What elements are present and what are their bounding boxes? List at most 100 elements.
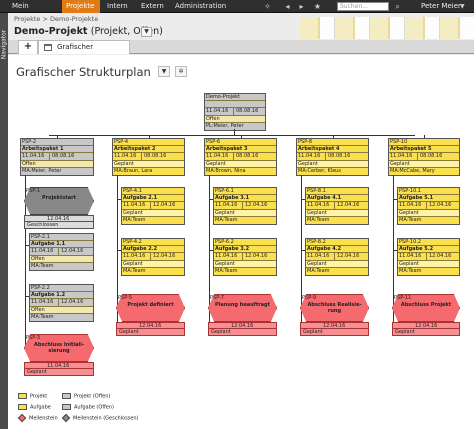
date-row: 11.04.16 12.04.16	[30, 299, 93, 307]
start-date: 11.04.16	[307, 202, 330, 209]
task-box[interactable]: PSP-2.2 Aufgabe 1.2 11.04.16 12.04.16 Offen M…	[29, 284, 94, 322]
psp-id: Demo-Projekt	[205, 94, 265, 102]
work-package-box[interactable]: PSP-10 Arbeitspaket 5 11.04.16 08.08.16 Gepl…	[388, 138, 460, 176]
element-name: Aufgabe 2.1	[122, 195, 184, 203]
status-text: Geplant	[122, 260, 184, 268]
work-package-box[interactable]: PSP-6 Arbeitspaket 3 11.04.16 08.08.16 Gepla…	[204, 138, 277, 176]
date-row: 11.04.16 08.08.16	[389, 153, 459, 161]
date-row: 11.04.16 12.04.16	[306, 253, 368, 261]
psp-id: PSP-6	[205, 139, 276, 147]
start-date: 11.04.16	[390, 153, 413, 160]
responsible: MA:Team	[31, 262, 54, 269]
psp-id: PSP-8.2	[306, 239, 368, 247]
end-date: 12.04.16	[334, 253, 359, 260]
date-row: 11.04.16 08.08.16	[21, 153, 93, 161]
start-date: 11.04.16	[399, 202, 422, 209]
responsible: MA:Team	[399, 267, 422, 274]
date-row: 11.04.16 12.04.16	[122, 202, 184, 210]
task-box[interactable]: PSP-6.2 Aufgabe 3.2 11.04.16 12.04.16 Geplan…	[213, 238, 277, 276]
root-project-box[interactable]: Demo-Projekt 11.04.16 08.08.16 Offen PL:Meie…	[204, 93, 266, 131]
work-package-box[interactable]: PSP-8 Arbeitspaket 4 11.04.16 08.08.16 Gepla…	[296, 138, 369, 176]
task-box[interactable]: PSP-10.1 Aufgabe 5.1 11.04.16 12.04.16 Gepla…	[397, 187, 460, 225]
diamond-icon	[17, 413, 27, 423]
legend-swatch	[18, 404, 27, 410]
date-row: 11.04.16 08.08.16	[113, 153, 184, 161]
legend-label: Meilenstein	[29, 415, 58, 422]
element-name: Aufgabe 1.1	[30, 241, 93, 249]
element-name: Aufgabe 5.2	[398, 246, 459, 254]
responsible: MA:Team	[215, 216, 238, 223]
responsible: MA:Team	[399, 216, 422, 223]
responsible: MA:Team	[307, 216, 330, 223]
task-box[interactable]: PSP-6.1 Aufgabe 3.1 11.04.16 12.04.16 Geplan…	[213, 187, 277, 225]
end-date: 08.08.16	[417, 153, 442, 160]
diamond-icon	[61, 413, 71, 423]
responsible: MA:Team	[307, 267, 330, 274]
date-row: 12.04.16	[24, 215, 94, 222]
legend-label: Aufgabe	[30, 404, 51, 411]
element-name: Arbeitspaket 2	[113, 146, 184, 154]
start-date: 11.04.16	[206, 153, 229, 160]
task-box[interactable]: PSP-2.1 Aufgabe 1.1 11.04.16 12.04.16 Offen M…	[29, 233, 94, 271]
task-box[interactable]: PSP-4.2 Aufgabe 2.2 11.04.16 12.04.16 Geplan…	[121, 238, 185, 276]
end-date: 12.04.16	[334, 202, 359, 209]
task-box[interactable]: PSP-8.1 Aufgabe 4.1 11.04.16 12.04.16 Geplan…	[305, 187, 369, 225]
psp-id: PSP-8.1	[306, 188, 368, 196]
element-name: Arbeitspaket 5	[389, 146, 459, 154]
responsible: PL:Meier, Peter	[206, 122, 244, 129]
psp-id: PSP-6.1	[214, 188, 276, 196]
element-name: Aufgabe 1.2	[30, 292, 93, 300]
start-date: 11.04.16	[31, 248, 54, 255]
status-text: Geplant	[306, 260, 368, 268]
element-name: Aufgabe 4.2	[306, 246, 368, 254]
start-date: 11.04.16	[215, 253, 238, 260]
psp-id: PSP-2.2	[30, 285, 93, 293]
psp-id: PSP-6.2	[214, 239, 276, 247]
end-date: 12.04.16	[426, 202, 451, 209]
legend-item-projekt-offen: Projekt (Offen)	[62, 393, 110, 400]
date-row: 11.04.16 08.08.16	[297, 153, 368, 161]
status-text: Geplant	[122, 209, 184, 217]
work-package-box[interactable]: PSP-2 Arbeitspaket 1 11.04.16 08.08.16 Offen…	[20, 138, 94, 176]
start-date: 11.04.16	[399, 253, 422, 260]
end-date: 08.08.16	[233, 108, 258, 115]
status-text: Geplant	[297, 160, 368, 168]
task-box[interactable]: PSP-4.1 Aufgabe 2.1 11.04.16 12.04.16 Geplan…	[121, 187, 185, 225]
status-text: Geplant	[389, 160, 459, 168]
task-box[interactable]: PSP-8.2 Aufgabe 4.2 11.04.16 12.04.16 Geplan…	[305, 238, 369, 276]
date-row: 11.04.16 12.04.16	[214, 202, 276, 210]
status-text: Geplant	[205, 160, 276, 168]
date-row: 11.04.16 08.08.16	[205, 108, 265, 116]
psp-id: PSP-3	[26, 335, 41, 341]
task-box[interactable]: PSP-10.2 Aufgabe 5.2 11.04.16 12.04.16 Gepla…	[397, 238, 460, 276]
end-date: 12.04.16	[426, 253, 451, 260]
work-package-box[interactable]: PSP-4 Arbeitspaket 2 11.04.16 08.08.16 Gepla…	[112, 138, 185, 176]
milestone-name: Projektstart	[42, 195, 76, 201]
end-date: 08.08.16	[141, 153, 166, 160]
date-row: 11.04.16 12.04.16	[122, 253, 184, 261]
responsible: MA:Cerber, Klaus	[298, 167, 341, 174]
start-date: 11.04.16	[123, 253, 146, 260]
element-name: Aufgabe 3.1	[214, 195, 276, 203]
legend-item-aufgabe-offen: Aufgabe (Offen)	[62, 404, 114, 411]
psp-id: PSP-4.1	[122, 188, 184, 196]
status-text: Geplant	[116, 329, 185, 336]
start-date: 11.04.16	[114, 153, 137, 160]
connector-line	[49, 135, 415, 136]
date-row: 12.04.16	[116, 322, 185, 329]
end-date: 12.04.16	[58, 299, 83, 306]
milestone-box[interactable]: PSP-3 Abschluss Initiali- sierung 11.04.16…	[24, 334, 94, 376]
date-row: 11.04.16 12.04.16	[306, 202, 368, 210]
milestone-box[interactable]: PSP-5 Projekt definiert 12.04.16 Geplant	[116, 294, 185, 336]
milestone-box[interactable]: PSP-7 Planung beauftragt 12.04.16 Geplant	[208, 294, 277, 336]
milestone-box[interactable]: PSP-1 Projektstart 12.04.16 Geschlossen	[24, 187, 94, 229]
legend-label: Projekt	[30, 393, 48, 400]
milestone-box[interactable]: PSP-11 Abschluss Projekt 12.04.16 Geplant	[392, 294, 460, 336]
psp-id: PSP-1	[26, 188, 41, 194]
status-text: Offen	[30, 306, 93, 314]
responsible: MA:Team	[123, 267, 146, 274]
legend-swatch	[62, 404, 71, 410]
milestone-box[interactable]: PSP-9 Abschluss Realisie- rung 12.04.16 Gep…	[300, 294, 369, 336]
psp-id: PSP-5	[118, 295, 133, 301]
end-date: 08.08.16	[325, 153, 350, 160]
